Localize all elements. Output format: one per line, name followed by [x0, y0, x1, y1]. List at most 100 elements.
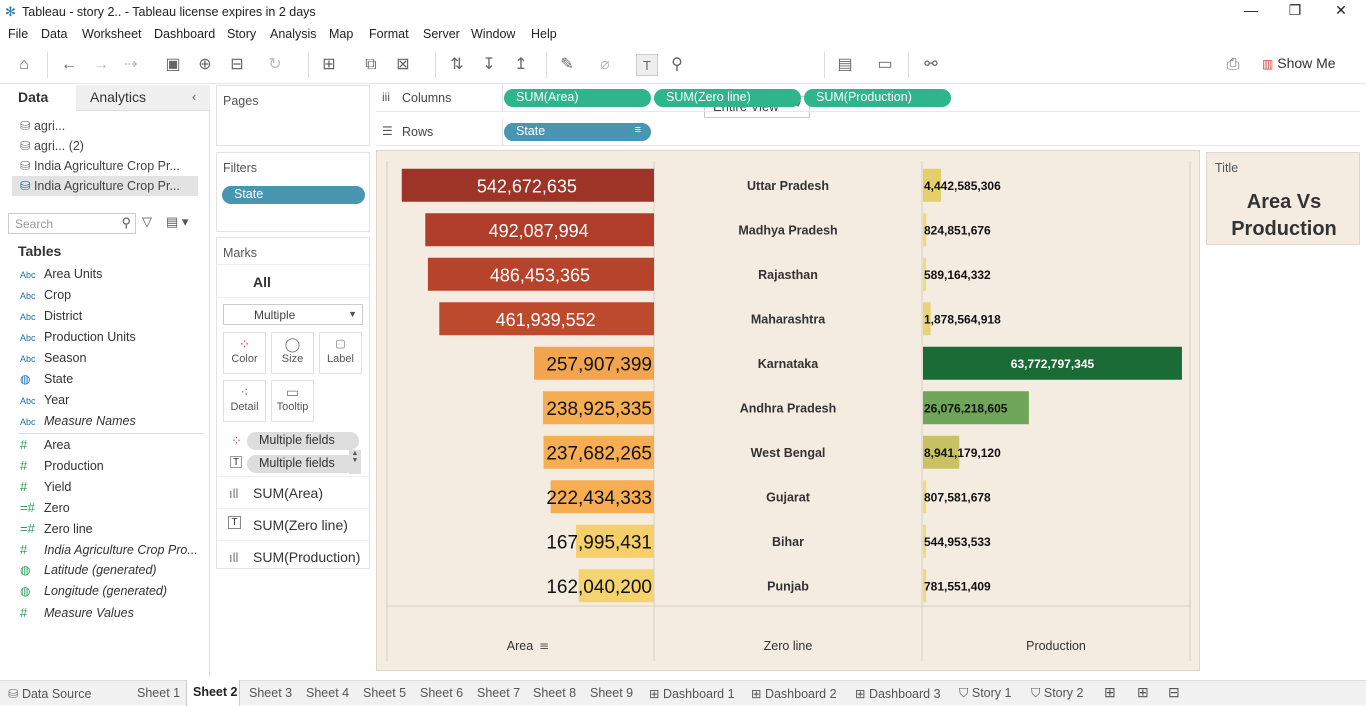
menu-map[interactable]: Map — [329, 27, 353, 41]
pause-updates-icon[interactable]: ⊟ — [226, 54, 248, 76]
menu-format[interactable]: Format — [369, 27, 409, 41]
menu-server[interactable]: Server — [423, 27, 460, 41]
show-mark-labels-icon[interactable]: T — [636, 54, 658, 76]
column-pill-area[interactable]: SUM(Area) — [504, 89, 651, 107]
datasource-item[interactable]: ⛁ agri... — [20, 118, 65, 133]
menu-file[interactable]: File — [8, 27, 28, 41]
tab-sheet-6[interactable]: Sheet 6 — [420, 686, 463, 700]
new-sheet-icon[interactable]: ⊞ — [318, 54, 340, 76]
show-cards-icon[interactable]: ▤ — [834, 54, 856, 76]
menu-worksheet[interactable]: Worksheet — [82, 27, 142, 41]
marks-tab-zero-line[interactable]: T SUM(Zero line) — [217, 508, 369, 540]
marks-tab-area[interactable]: ıll SUM(Area) — [217, 476, 369, 508]
show-me-button[interactable]: ▥ Show Me — [1262, 55, 1336, 71]
field-measure-values[interactable]: # Measure Values — [20, 605, 134, 623]
presentation-mode-icon[interactable]: ▭ — [874, 54, 896, 76]
field-district[interactable]: Abc District — [20, 309, 82, 327]
field-production-units[interactable]: Abc Production Units — [20, 330, 136, 348]
tab-sheet-1[interactable]: Sheet 1 — [137, 686, 180, 700]
datasource-item[interactable]: ⛁ agri... (2) — [20, 138, 84, 153]
field-count[interactable]: # India Agriculture Crop Pro... — [20, 542, 198, 560]
label-field-pill[interactable]: Multiple fields — [247, 455, 359, 473]
tab-dashboard-1[interactable]: ⊞ Dashboard 1 — [649, 686, 735, 701]
tab-sheet-8[interactable]: Sheet 8 — [533, 686, 576, 700]
field-production[interactable]: # Production — [20, 458, 104, 476]
undo-icon[interactable]: ← — [58, 54, 80, 76]
tab-analytics[interactable]: Analytics ‹ — [76, 85, 210, 111]
format-painter-icon[interactable]: ⎙ — [1222, 54, 1244, 76]
color-field-pill[interactable]: Multiple fields — [247, 432, 359, 450]
columns-shelf[interactable]: iii Columns SUM(Area) SUM(Zero line) SUM… — [376, 85, 1360, 112]
scroll-arrows-icon[interactable]: ▲ ▼ — [349, 450, 361, 474]
field-zero-line[interactable]: =# Zero line — [20, 521, 93, 539]
sort-ascending-icon[interactable]: ↧ — [478, 54, 500, 76]
tab-sheet-9[interactable]: Sheet 9 — [590, 686, 633, 700]
filters-card[interactable]: Filters State — [216, 152, 370, 232]
field-year[interactable]: Abc Year — [20, 393, 69, 411]
tab-story-1[interactable]: ⛉ Story 1 — [959, 686, 1011, 701]
tab-story-2[interactable]: ⛉ Story 2 — [1031, 686, 1083, 701]
menu-analysis[interactable]: Analysis — [270, 27, 317, 41]
size-button[interactable]: ◯ Size — [271, 332, 314, 374]
menu-help[interactable]: Help — [531, 27, 557, 41]
field-longitude[interactable]: ◍ Longitude (generated) — [20, 584, 167, 602]
field-crop[interactable]: Abc Crop — [20, 288, 71, 306]
share-icon[interactable]: ⚯ — [920, 54, 942, 76]
field-latitude[interactable]: ◍ Latitude (generated) — [20, 563, 157, 581]
filter-icon[interactable]: ▽ — [142, 214, 152, 230]
swap-rows-columns-icon[interactable]: ⇅ — [446, 54, 468, 76]
save-icon[interactable]: ▣ — [162, 54, 184, 76]
field-season[interactable]: Abc Season — [20, 351, 86, 369]
home-icon[interactable]: ⌂ — [13, 54, 35, 76]
field-zero[interactable]: =# Zero — [20, 500, 70, 518]
new-datasource-icon[interactable]: ⊕ — [194, 54, 216, 76]
field-state[interactable]: ◍ State — [20, 372, 73, 390]
tab-sheet-5[interactable]: Sheet 5 — [363, 686, 406, 700]
detail-button[interactable]: ⁖ Detail — [223, 380, 266, 422]
minimize-button[interactable]: — — [1228, 2, 1274, 22]
sort-descending-icon[interactable]: ↥ — [510, 54, 532, 76]
collapse-pane-icon[interactable]: ‹ — [192, 89, 196, 104]
close-button[interactable]: ✕ — [1318, 2, 1364, 22]
datasource-item-active[interactable]: ⛁ India Agriculture Crop Pr... — [12, 176, 198, 196]
replay-icon[interactable]: ⇢ — [120, 54, 142, 76]
marks-tab-all[interactable]: All — [217, 264, 369, 298]
menu-data[interactable]: Data — [41, 27, 67, 41]
new-story-icon[interactable]: ⊟ — [1168, 684, 1180, 701]
group-members-icon[interactable]: ⌀ — [594, 54, 616, 76]
filter-pill-state[interactable]: State — [222, 186, 365, 204]
tab-data-source[interactable]: ⛁ Data Source — [8, 686, 91, 701]
view-options-icon[interactable]: ▤ ▾ — [166, 214, 188, 230]
refresh-icon[interactable]: ↻ — [264, 54, 286, 76]
field-yield[interactable]: # Yield — [20, 479, 71, 497]
label-button[interactable]: ▢ Label — [319, 332, 362, 374]
menu-story[interactable]: Story — [227, 27, 256, 41]
datasource-item[interactable]: ⛁ India Agriculture Crop Pr... — [20, 158, 180, 173]
tab-sheet-2-active[interactable]: Sheet 2 — [186, 680, 240, 706]
pages-card[interactable]: Pages — [216, 85, 370, 146]
rows-shelf[interactable]: ☰ Rows State ≡ — [376, 119, 1360, 146]
row-pill-state[interactable]: State ≡ — [504, 123, 651, 141]
redo-icon[interactable]: → — [90, 54, 112, 76]
field-measure-names[interactable]: Abc Measure Names — [20, 414, 136, 432]
mark-type-dropdown[interactable]: Multiple ▼ — [223, 304, 363, 325]
tab-sheet-4[interactable]: Sheet 4 — [306, 686, 349, 700]
menu-window[interactable]: Window — [471, 27, 515, 41]
tab-data[interactable]: Data — [0, 85, 76, 112]
clear-sheet-icon[interactable]: ⊠ — [392, 54, 414, 76]
tab-dashboard-3[interactable]: ⊞ Dashboard 3 — [855, 686, 941, 701]
column-pill-production[interactable]: SUM(Production) — [804, 89, 951, 107]
tab-dashboard-2[interactable]: ⊞ Dashboard 2 — [751, 686, 837, 701]
maximize-button[interactable]: ❐ — [1272, 2, 1318, 22]
tooltip-button[interactable]: ▭ Tooltip — [271, 380, 314, 422]
fix-axes-icon[interactable]: ⚲ — [666, 54, 688, 76]
tab-sheet-7[interactable]: Sheet 7 — [477, 686, 520, 700]
field-area-units[interactable]: Abc Area Units — [20, 267, 102, 285]
field-area[interactable]: # Area — [20, 437, 70, 455]
color-button[interactable]: ⁘ Color — [223, 332, 266, 374]
marks-tab-production[interactable]: ıll SUM(Production) — [217, 540, 369, 570]
column-pill-zero-line[interactable]: SUM(Zero line) — [654, 89, 801, 107]
duplicate-sheet-icon[interactable]: ⧉ — [360, 54, 382, 76]
new-dashboard-icon[interactable]: ⊞ — [1137, 684, 1149, 701]
search-input[interactable]: Search ⚲ — [8, 213, 136, 234]
